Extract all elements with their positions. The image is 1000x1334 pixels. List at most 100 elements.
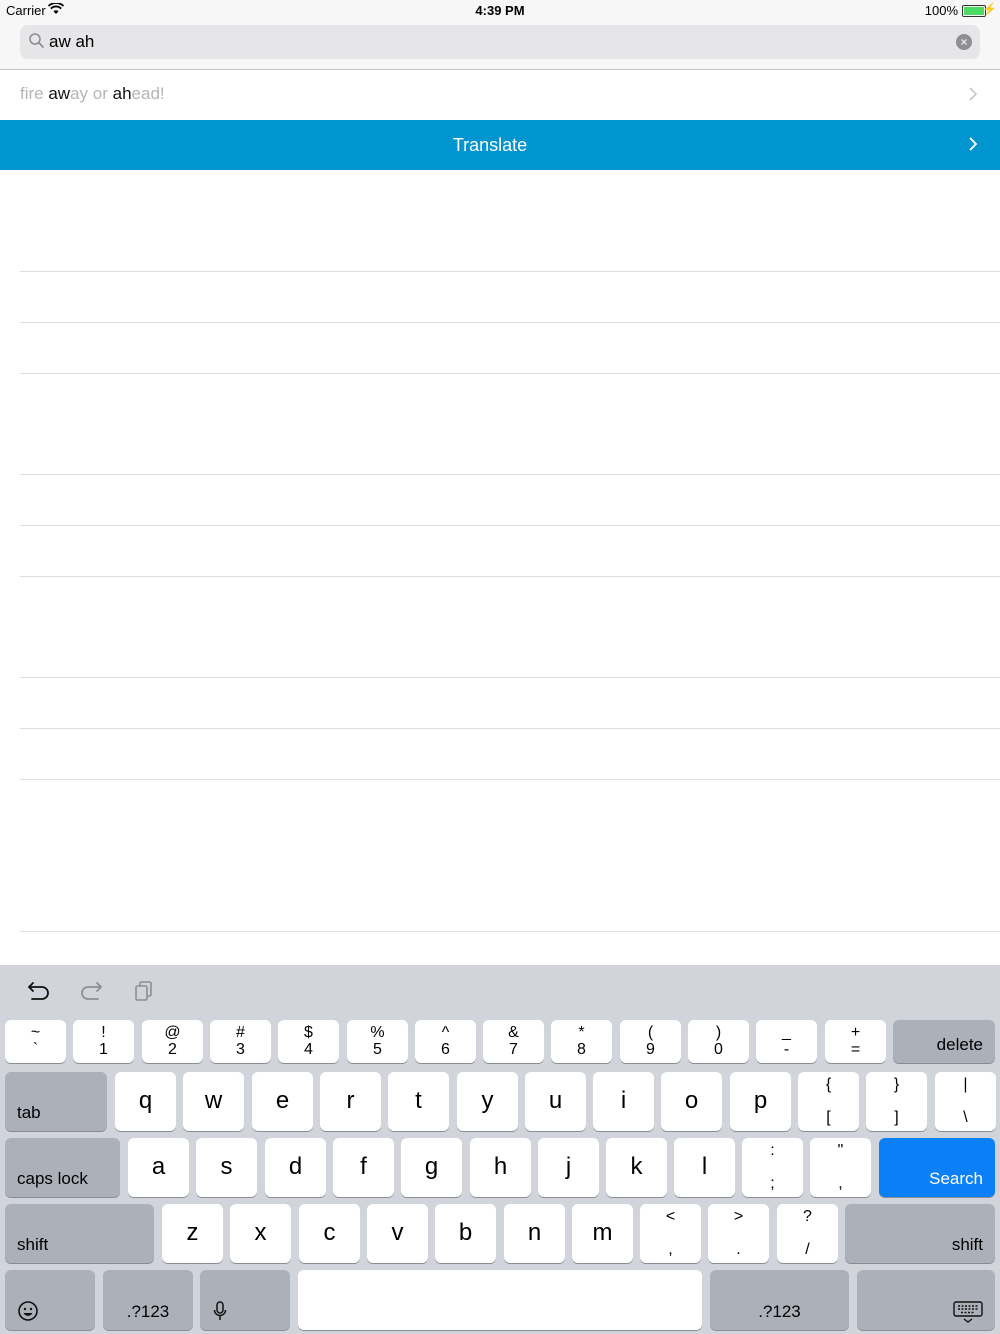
key-sym[interactable]: :; xyxy=(742,1138,803,1197)
key-sym[interactable]: <, xyxy=(640,1204,701,1263)
emoji-icon xyxy=(18,1301,38,1321)
key-p[interactable]: p xyxy=(730,1072,791,1131)
key-sym[interactable]: ", xyxy=(810,1138,871,1197)
key-label: .?123 xyxy=(126,1302,170,1321)
key-l[interactable]: l xyxy=(674,1138,735,1197)
key-0[interactable]: ) 0 xyxy=(688,1020,749,1063)
list-separator xyxy=(20,525,1000,526)
status-bar: Carrier 4:39 PM 100% ⚡ xyxy=(0,0,1000,22)
key-shift-char: _ xyxy=(782,1024,791,1041)
key-char: , xyxy=(668,1241,673,1258)
key-u[interactable]: u xyxy=(525,1072,586,1131)
key-shift-char: " xyxy=(837,1142,844,1159)
undo-icon[interactable] xyxy=(26,979,52,1003)
key-=[interactable]: + = xyxy=(825,1020,886,1063)
key-x[interactable]: x xyxy=(230,1204,291,1263)
key-9[interactable]: (9 xyxy=(620,1020,681,1063)
key-8[interactable]: * 8 xyxy=(551,1020,612,1063)
paste-icon[interactable] xyxy=(132,979,158,1003)
key-4[interactable]: $4 xyxy=(278,1020,339,1063)
tab-key[interactable]: tab xyxy=(5,1072,107,1131)
key-o[interactable]: o xyxy=(661,1072,722,1131)
key-b[interactable]: b xyxy=(435,1204,496,1263)
key--[interactable]: _ - xyxy=(756,1020,817,1063)
list-separator xyxy=(20,677,1000,678)
emoji-key[interactable] xyxy=(5,1270,95,1330)
clear-search-icon[interactable]: × xyxy=(956,34,972,50)
key-n[interactable]: n xyxy=(504,1204,565,1263)
key-m[interactable]: m xyxy=(572,1204,633,1263)
suggestion-text: fire away or ahead! xyxy=(20,84,165,103)
key-t[interactable]: t xyxy=(388,1072,449,1131)
key-s[interactable]: s xyxy=(196,1138,257,1197)
hide-keyboard-key[interactable] xyxy=(857,1270,995,1330)
list-separator xyxy=(20,373,1000,374)
key-w[interactable]: w xyxy=(183,1072,244,1131)
key-char: t xyxy=(415,1087,422,1114)
key-sym[interactable]: >. xyxy=(708,1204,769,1263)
numbers-key-left[interactable]: .?123 xyxy=(103,1270,193,1330)
key-label: delete xyxy=(936,1035,983,1054)
key-j[interactable]: j xyxy=(538,1138,599,1197)
clock: 4:39 PM xyxy=(475,3,525,18)
key-char: 7 xyxy=(509,1041,518,1058)
key-c[interactable]: c xyxy=(299,1204,360,1263)
key-h[interactable]: h xyxy=(470,1138,531,1197)
key-e[interactable]: e xyxy=(252,1072,313,1131)
key-sym[interactable]: ? / xyxy=(777,1204,838,1263)
key-char: m xyxy=(592,1219,613,1246)
redo-icon[interactable] xyxy=(78,979,104,1003)
delete-key[interactable]: delete xyxy=(893,1020,995,1063)
key-sym[interactable]: }] xyxy=(866,1072,927,1131)
key-1[interactable]: ! 1 xyxy=(73,1020,134,1063)
key-label: Search xyxy=(929,1169,983,1188)
key-f[interactable]: f xyxy=(333,1138,394,1197)
key-3[interactable]: #3 xyxy=(210,1020,271,1063)
shift-right-key[interactable]: shift xyxy=(845,1204,995,1263)
key-char: 4 xyxy=(304,1041,313,1058)
key-d[interactable]: d xyxy=(265,1138,326,1197)
key-g[interactable]: g xyxy=(401,1138,462,1197)
chevron-right-icon xyxy=(968,137,978,151)
key-char: ` xyxy=(32,1041,39,1058)
key-char: s xyxy=(220,1153,233,1180)
key-char: y xyxy=(481,1087,494,1114)
caps-lock-key[interactable]: caps lock xyxy=(5,1138,120,1197)
dictation-key[interactable] xyxy=(200,1270,290,1330)
translate-button[interactable]: Translate xyxy=(0,120,1000,170)
key-v[interactable]: v xyxy=(367,1204,428,1263)
shift-left-key[interactable]: shift xyxy=(5,1204,154,1263)
key-sym[interactable]: {[ xyxy=(798,1072,859,1131)
key-7[interactable]: & 7 xyxy=(483,1020,544,1063)
list-separator xyxy=(20,271,1000,272)
key-shift-char: + xyxy=(850,1024,861,1041)
key-shift-char: ^ xyxy=(441,1024,450,1041)
key-y[interactable]: y xyxy=(457,1072,518,1131)
key-q[interactable]: q xyxy=(115,1072,176,1131)
key-char: v xyxy=(391,1219,404,1246)
key-6[interactable]: ^ 6 xyxy=(415,1020,476,1063)
key-2[interactable]: @2 xyxy=(142,1020,203,1063)
key-char: 0 xyxy=(714,1041,723,1058)
key-a[interactable]: a xyxy=(128,1138,189,1197)
key-sym[interactable]: | \ xyxy=(935,1072,996,1131)
key-char: 5 xyxy=(373,1041,382,1058)
key-shift-char: & xyxy=(508,1024,519,1041)
key-r[interactable]: r xyxy=(320,1072,381,1131)
key-5[interactable]: % 5 xyxy=(347,1020,408,1063)
key-k[interactable]: k xyxy=(606,1138,667,1197)
suggestion-row[interactable]: fire away or ahead! xyxy=(0,70,1000,119)
search-icon xyxy=(28,32,46,50)
key-shift-char: ? xyxy=(803,1208,812,1225)
keyboard: ~ `! 1 @2 #3 $4% 5 ^ 6 & 7 * 8(9) 0 _ - + = delete tab q w e r t… xyxy=(0,965,1000,1334)
key-i[interactable]: i xyxy=(593,1072,654,1131)
key-char: j xyxy=(565,1153,572,1180)
key-z[interactable]: z xyxy=(162,1204,223,1263)
key-`[interactable]: ~ ` xyxy=(5,1020,66,1063)
search-input[interactable] xyxy=(49,29,939,55)
numbers-key-right[interactable]: .?123 xyxy=(710,1270,849,1330)
key-label: tab xyxy=(17,1103,41,1122)
search-key[interactable]: Search xyxy=(879,1138,995,1197)
space-key[interactable] xyxy=(298,1270,702,1330)
search-field[interactable]: × xyxy=(20,25,980,59)
